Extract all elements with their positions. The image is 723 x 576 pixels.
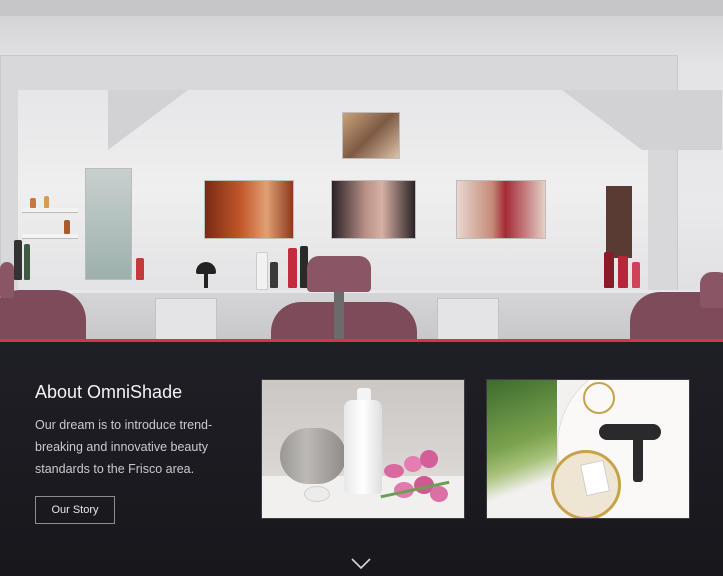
shelf-left-upper bbox=[22, 208, 78, 213]
hair-dryer bbox=[599, 424, 661, 440]
product-bottle bbox=[44, 196, 49, 208]
product-bottle bbox=[270, 262, 278, 288]
product-bottle bbox=[618, 256, 628, 288]
wall-photo-top bbox=[342, 112, 400, 159]
hair-dryer-handle bbox=[633, 436, 643, 482]
salon-chair-back bbox=[307, 256, 371, 292]
counter-drawer bbox=[155, 298, 217, 340]
salon-chair-post bbox=[334, 292, 344, 340]
product-bottle bbox=[288, 248, 297, 288]
gold-ornament bbox=[583, 382, 615, 414]
product-bottle bbox=[64, 220, 70, 234]
hero-image bbox=[0, 0, 723, 340]
soap-dispenser bbox=[344, 400, 382, 494]
product-bottle bbox=[14, 240, 22, 280]
shelf-left-lower bbox=[22, 234, 78, 239]
product-bottle bbox=[136, 258, 144, 280]
palm-leaves bbox=[487, 380, 557, 518]
about-title: About OmniShade bbox=[35, 382, 183, 402]
product-bottle bbox=[604, 252, 614, 288]
counter-drawer bbox=[437, 298, 499, 340]
doorway-reflection bbox=[85, 168, 132, 280]
mirror-reflection-ceiling-left bbox=[108, 90, 188, 150]
salon-chair-back bbox=[0, 262, 14, 298]
about-description: Our dream is to introduce trend-breaking… bbox=[35, 418, 213, 476]
gallery-image-spa[interactable] bbox=[261, 379, 465, 519]
wall-photo-hands bbox=[456, 180, 546, 239]
mirror-reflection-ceiling-right bbox=[562, 90, 722, 150]
product-bottle bbox=[24, 244, 30, 280]
shelf-unit-right bbox=[606, 186, 632, 258]
wall-photo-redhead bbox=[204, 180, 294, 239]
gallery-image-hair-dryer[interactable] bbox=[486, 379, 690, 519]
pink-tulips bbox=[380, 448, 454, 506]
wall-photo-portrait bbox=[331, 180, 416, 239]
product-bottle bbox=[256, 252, 268, 290]
ceiling-band bbox=[0, 0, 723, 16]
our-story-button[interactable]: Our Story bbox=[35, 496, 115, 524]
rolled-towel bbox=[280, 428, 346, 484]
product-bottle bbox=[30, 198, 36, 208]
salon-chair bbox=[271, 302, 417, 340]
product-bottle bbox=[632, 262, 640, 288]
hair-brush-handle bbox=[204, 272, 208, 288]
tea-candle bbox=[304, 486, 330, 502]
salon-chair-back bbox=[700, 272, 723, 308]
chevron-down-icon[interactable] bbox=[351, 558, 371, 570]
